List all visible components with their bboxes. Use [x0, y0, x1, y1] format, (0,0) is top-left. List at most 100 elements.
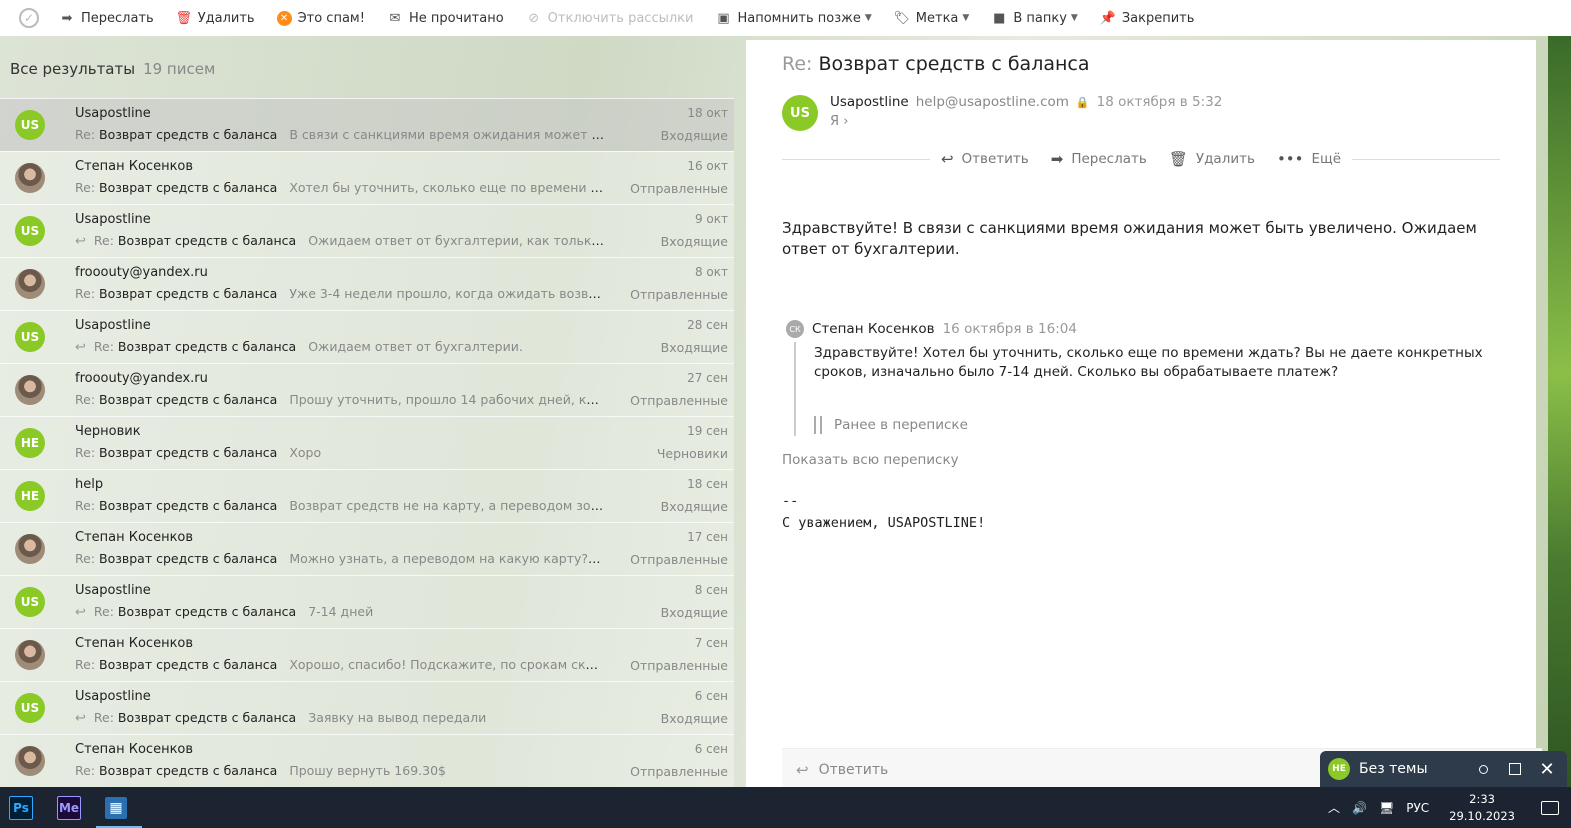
table-row[interactable]: НЕ Черновик 19 сен Re: Возврат средств с…	[0, 416, 734, 469]
pin-button[interactable]: 📌 Закрепить	[1100, 10, 1195, 26]
compose-maximize-button[interactable]	[1503, 763, 1527, 775]
row-subject: Возврат средств с баланса	[99, 657, 278, 672]
row-body: Степан Косенков 6 сен Re: Возврат средст…	[75, 735, 734, 787]
row-re-prefix: Re:	[75, 392, 96, 407]
table-row[interactable]: Степан Косенков 7 сен Re: Возврат средст…	[0, 628, 734, 681]
sender-email[interactable]: help@usapostline.com	[916, 94, 1069, 110]
speaker-icon[interactable]: 🔊	[1352, 801, 1367, 815]
sender-name[interactable]: Usapostline	[830, 94, 909, 110]
row-date: 16 окт	[687, 159, 728, 173]
row-date: 27 сен	[687, 371, 728, 385]
row-subject-line: Re: Возврат средств с баланса В связи с с…	[75, 127, 604, 142]
more-button[interactable]: ••• Ещё	[1277, 150, 1341, 168]
row-snippet: Прошу уточнить, прошло 14 рабочих дней, …	[289, 392, 604, 407]
row-subject-line: ↩ Re: Возврат средств с баланса 7-14 дней	[75, 604, 604, 620]
show-all-thread-link[interactable]: Показать всю переписку	[782, 452, 959, 468]
row-subject-line: Re: Возврат средств с баланса Прошу уточн…	[75, 392, 604, 407]
row-folder: Входящие	[660, 128, 728, 143]
compose-minimized[interactable]: НЕ Без темы ✕	[1320, 751, 1567, 787]
row-subject: Возврат средств с баланса	[99, 445, 278, 460]
table-row[interactable]: Степан Косенков 17 сен Re: Возврат средс…	[0, 522, 734, 575]
reading-pane: Re: Возврат средств с баланса US Usapost…	[746, 40, 1542, 790]
forward-message-button[interactable]: ➡ Переслать	[1051, 150, 1147, 168]
table-row[interactable]: Степан Косенков 16 окт Re: Возврат средс…	[0, 151, 734, 204]
replied-icon: ↩	[75, 605, 86, 620]
row-snippet: Хоро	[289, 445, 322, 460]
compose-close-button[interactable]: ✕	[1535, 759, 1559, 780]
message-rows: US Usapostline 18 окт Re: Возврат средст…	[0, 98, 734, 787]
delete-button[interactable]: 🗑 Удалить	[175, 10, 254, 26]
row-sender: Степан Косенков	[75, 530, 194, 545]
row-subject-line: ↩ Re: Возврат средств с баланса Ожидаем от…	[75, 339, 604, 355]
remind-later-button[interactable]: ▣ Напомнить позже ▼	[715, 10, 871, 26]
row-sender: frooouty@yandex.ru	[75, 371, 208, 386]
row-re-prefix: Re:	[93, 339, 114, 354]
chevron-up-icon[interactable]: ︿	[1328, 799, 1340, 816]
table-row[interactable]: frooouty@yandex.ru 8 окт Re: Возврат сре…	[0, 257, 734, 310]
sender-avatar-photo	[15, 375, 45, 405]
photoshop-taskbar-icon[interactable]: Ps	[9, 795, 33, 820]
row-date: 6 сен	[694, 742, 728, 756]
row-sender: Степан Косенков	[75, 742, 194, 757]
clock[interactable]: 2:33 29.10.2023	[1449, 791, 1515, 825]
table-row[interactable]: US Usapostline 8 сен ↩ Re: Возврат средст…	[0, 575, 734, 628]
media-encoder-taskbar-icon[interactable]: Me	[57, 795, 81, 820]
notifications-icon[interactable]	[1541, 800, 1559, 815]
mark-unread-button[interactable]: ✉ Не прочитано	[387, 10, 503, 26]
table-row[interactable]: US Usapostline 9 окт ↩ Re: Возврат средст…	[0, 204, 734, 257]
recipient-line[interactable]: Я ›	[830, 114, 848, 129]
row-sender: Usapostline	[75, 106, 151, 121]
label-button[interactable]: 🏷 Метка ▼	[894, 10, 970, 26]
list-header: Все результаты 19 писем	[0, 40, 734, 98]
row-subject: Возврат средств с баланса	[117, 604, 297, 619]
network-icon[interactable]: 🖥	[1379, 801, 1394, 815]
reply-button[interactable]: ↩ Ответить	[941, 150, 1029, 168]
table-row[interactable]: Степан Косенков 6 сен Re: Возврат средст…	[0, 734, 734, 787]
table-row[interactable]: US Usapostline 28 сен ↩ Re: Возврат средс…	[0, 310, 734, 363]
unsubscribe-button[interactable]: ⊘ Отключить рассылки	[526, 10, 693, 26]
taskbar: Ps Me ▦ ︿ 🔊 🖥 РУС 2:33 29.10.2023	[0, 787, 1571, 828]
replied-icon: ↩	[75, 234, 86, 249]
row-folder: Входящие	[660, 711, 728, 726]
table-row[interactable]: frooouty@yandex.ru 27 сен Re: Возврат ср…	[0, 363, 734, 416]
select-all-checkbox[interactable]: ✓	[19, 8, 39, 28]
row-re-prefix: Re:	[75, 657, 96, 672]
move-to-folder-button[interactable]: ■ В папку ▼	[991, 10, 1078, 26]
row-date: 17 сен	[687, 530, 728, 544]
forward-button[interactable]: ➡ Переслать	[59, 10, 154, 26]
row-subject: Возврат средств с баланса	[99, 551, 278, 566]
table-row[interactable]: US Usapostline 18 окт Re: Возврат средст…	[0, 98, 734, 151]
subject-text: Возврат средств с баланса	[818, 53, 1090, 75]
row-re-prefix: Re:	[93, 710, 114, 725]
row-re-prefix: Re:	[75, 180, 96, 195]
sender-line: Usapostline help@usapostline.com 🔒 18 ок…	[830, 94, 1222, 110]
language-indicator[interactable]: РУС	[1406, 801, 1429, 815]
row-body: Usapostline 18 окт Re: Возврат средств с…	[75, 99, 734, 151]
row-re-prefix: Re:	[75, 286, 96, 301]
compose-title[interactable]: Без темы	[1359, 761, 1471, 777]
delete-message-button[interactable]: 🗑 Удалить	[1169, 150, 1255, 168]
row-date: 18 окт	[687, 106, 728, 120]
forward-arrow-icon: ➡	[1050, 150, 1064, 168]
row-date: 7 сен	[694, 636, 728, 650]
calendar-icon: ▣	[717, 10, 730, 26]
message-subject: Re: Возврат средств с баланса	[782, 53, 1090, 75]
calculator-taskbar-item[interactable]: ▦	[96, 787, 142, 828]
compose-minimize-button[interactable]	[1471, 764, 1495, 774]
row-body: Usapostline 9 окт ↩ Re: Возврат средств с…	[75, 205, 734, 257]
system-tray: ︿ 🔊 🖥 РУС 2:33 29.10.2023	[1328, 791, 1559, 825]
sender-avatar: US	[15, 110, 45, 140]
row-subject: Возврат средств с баланса	[99, 286, 278, 301]
row-subject-line: Re: Возврат средств с баланса Прошу верну…	[75, 763, 604, 778]
row-folder: Входящие	[660, 605, 728, 620]
spam-button[interactable]: ✕ Это спам!	[276, 10, 365, 26]
row-snippet: Ожидаем ответ от бухгалтерии.	[308, 339, 523, 354]
table-row[interactable]: US Usapostline 6 сен ↩ Re: Возврат средст…	[0, 681, 734, 734]
chevron-down-icon: ▼	[864, 13, 872, 23]
divider	[1352, 158, 1501, 160]
sender-avatar[interactable]: US	[782, 95, 818, 131]
forward-label: Переслать	[81, 10, 154, 26]
earlier-in-thread[interactable]: Ранее в переписке	[814, 416, 968, 434]
table-row[interactable]: НЕ help 18 сен Re: Возврат средств с бал…	[0, 469, 734, 522]
row-date: 19 сен	[687, 424, 728, 438]
